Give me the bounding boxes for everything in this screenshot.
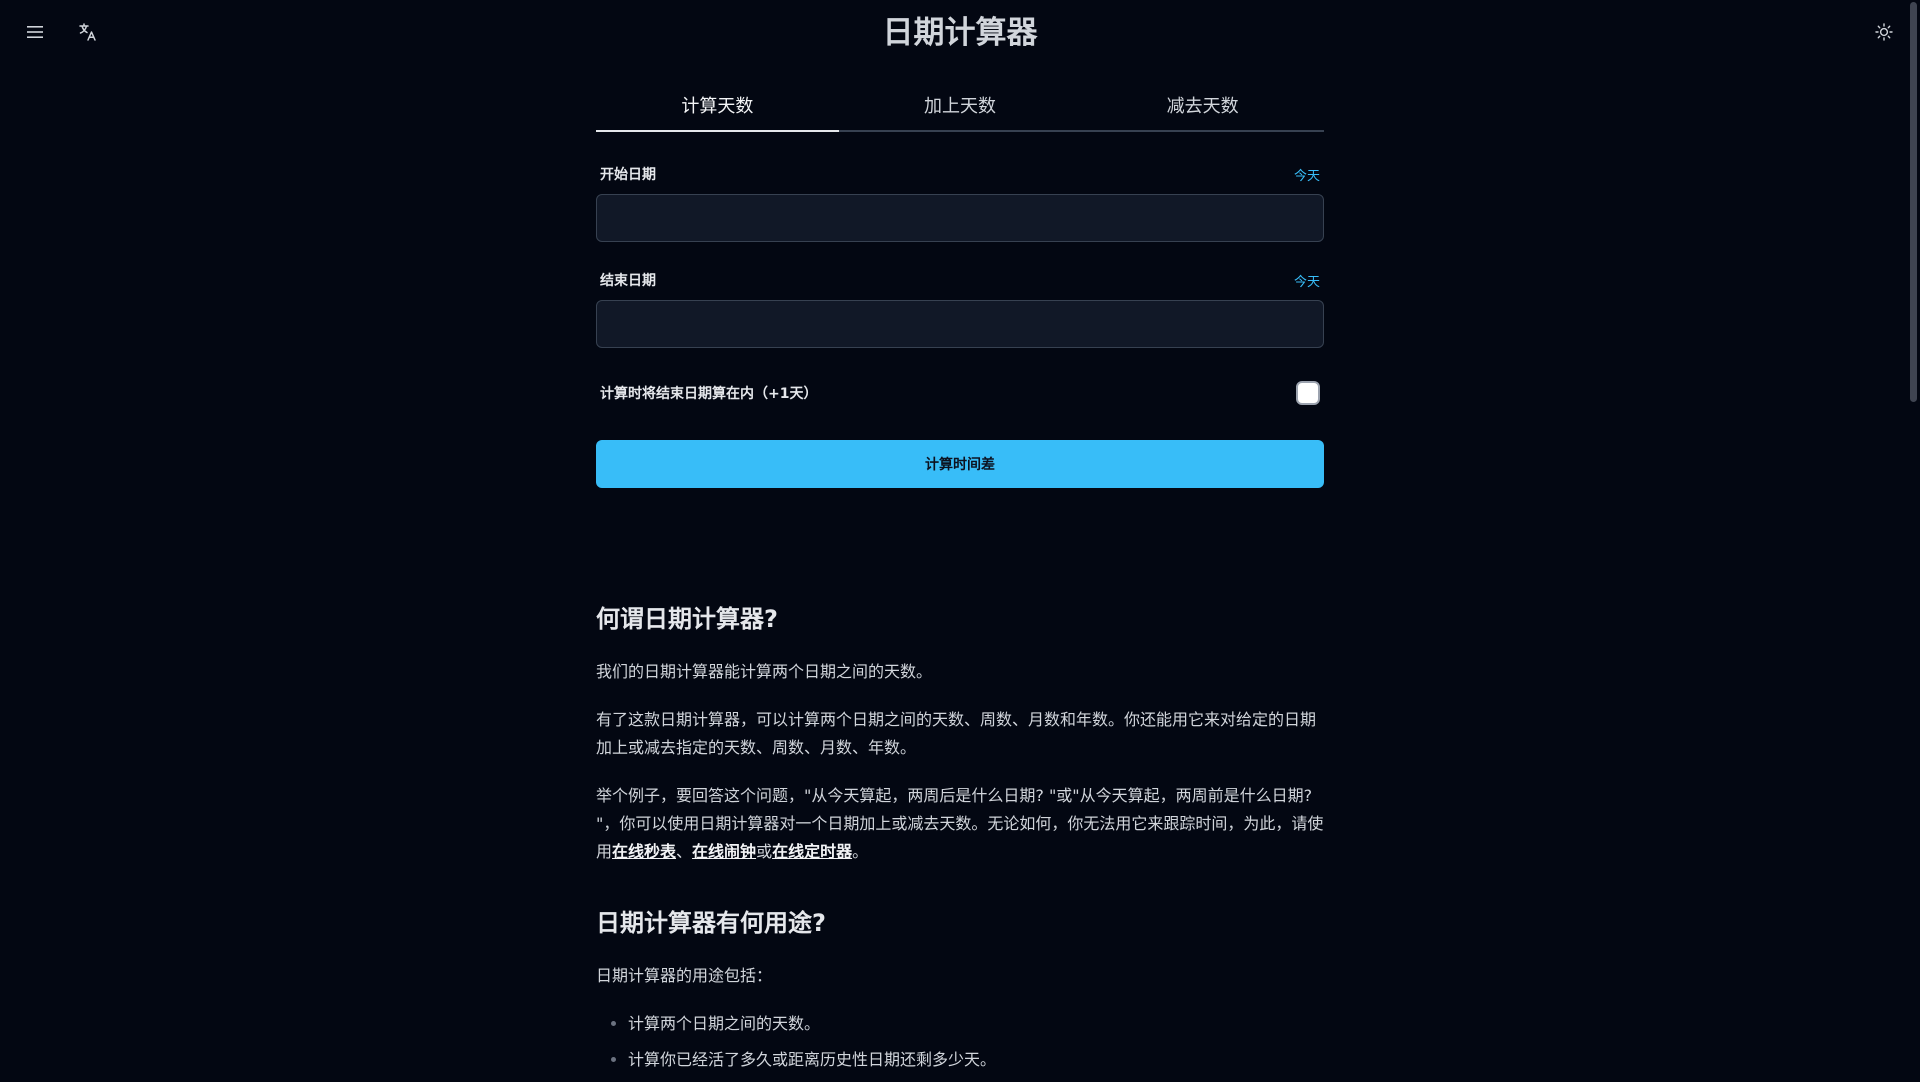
tab-add-days[interactable]: 加上天数 [839,82,1082,130]
top-bar: 日期计算器 [0,0,1920,64]
list-item: 计算两个日期之间的天数。 [628,1010,1324,1038]
start-today-link[interactable]: 今天 [1294,165,1320,184]
page-title: 日期计算器 [882,15,1038,51]
online-alarm-link[interactable]: 在线闹钟 [692,842,756,861]
start-date-field: 开始日期 今天 [596,164,1324,242]
tab-bar: 计算天数 加上天数 减去天数 [596,82,1324,132]
include-end-date-label: 计算时将结束日期算在内（+1天） [600,386,818,402]
list-item: 计算你已经活了多久或距离历史性日期还剩多少天。 [628,1046,1324,1074]
end-date-label: 结束日期 [600,273,656,289]
scrollbar-thumb[interactable] [1910,2,1917,402]
calculate-difference-button[interactable]: 计算时间差 [596,440,1324,488]
separator-2: 或 [756,842,773,861]
end-today-link[interactable]: 今天 [1294,271,1320,290]
article-paragraph-1: 我们的日期计算器能计算两个日期之间的天数。 [596,662,933,681]
article-paragraph-2: 有了这款日期计算器，可以计算两个日期之间的天数、周数、月数和年数。你还能用它来对… [596,710,1317,757]
article-paragraph-3: 举个例子，要回答这个问题，"从今天算起，两周后是什么日期? "或"从今天算起，两… [596,782,1324,866]
online-timer-link[interactable]: 在线定时器 [772,842,852,861]
include-end-date-checkbox[interactable] [1296,381,1320,405]
main-content: 计算天数 加上天数 减去天数 开始日期 今天 结束日期 今天 计算时将结束日期算… [596,82,1324,1082]
tab-subtract-days[interactable]: 减去天数 [1081,82,1324,130]
article-heading-uses: 日期计算器有何用途? [596,909,826,937]
sun-icon [1875,23,1893,41]
separator-1: 、 [676,842,693,861]
end-date-field: 结束日期 今天 [596,270,1324,348]
end-date-input[interactable] [596,300,1324,348]
article-paragraph-4: 日期计算器的用途包括： [596,966,773,985]
tab-calculate-days[interactable]: 计算天数 [596,82,839,132]
start-date-label: 开始日期 [600,167,656,183]
article: 何谓日期计算器? 我们的日期计算器能计算两个日期之间的天数。 有了这款日期计算器… [596,602,1324,1074]
uses-list: 计算两个日期之间的天数。 计算你已经活了多久或距离历史性日期还剩多少天。 [596,1010,1324,1074]
theme-toggle-button[interactable] [1866,14,1902,50]
include-end-date-row: 计算时将结束日期算在内（+1天） [596,380,1324,406]
paragraph-3-end: 。 [852,842,869,861]
start-date-input[interactable] [596,194,1324,242]
article-heading-what: 何谓日期计算器? [596,605,778,633]
online-stopwatch-link[interactable]: 在线秒表 [612,842,676,861]
